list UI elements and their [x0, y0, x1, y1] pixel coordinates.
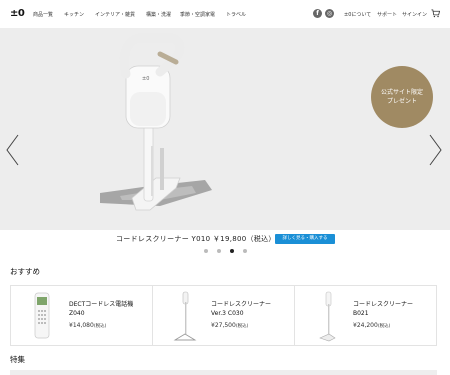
cart-icon[interactable]: [431, 9, 440, 18]
facebook-icon[interactable]: f: [313, 9, 322, 18]
svg-text:±0: ±0: [142, 76, 149, 82]
recommend-heading: おすすめ: [10, 267, 40, 276]
feature-banner[interactable]: [10, 370, 437, 375]
product-card[interactable]: コードレスクリーナー B021 ¥24,200(税込): [295, 286, 436, 345]
nav-products[interactable]: 商品一覧: [33, 11, 53, 18]
carousel-dots: [204, 249, 248, 255]
about-link[interactable]: ±0について: [344, 11, 371, 18]
product-price: ¥24,200(税込): [353, 322, 391, 329]
phone-product-image: [34, 292, 50, 339]
carousel-next-arrow[interactable]: [428, 133, 444, 167]
gift-badge[interactable]: 公式サイト限定 プレゼント: [371, 66, 433, 128]
product-price: ¥27,500(税込): [211, 322, 249, 329]
product-name: コードレスクリーナー Ver.3 C030: [211, 301, 272, 317]
vacuum-product-image: ±0: [100, 33, 212, 211]
nav-seasonal[interactable]: 季節・空調家電: [180, 11, 215, 18]
nav-travel[interactable]: トラベル: [226, 11, 246, 18]
badge-line1: 公式サイト限定: [380, 89, 423, 96]
hero-caption: コードレスクリーナー Y010 ￥19,800（税込） 詳しく見る・購入する: [0, 231, 450, 245]
product-card[interactable]: DECTコードレス電話機 Z040 ¥14,080(税込): [11, 286, 153, 345]
nav-interior[interactable]: インテリア・雑貨: [95, 11, 135, 18]
product-name: コードレスクリーナー B021: [353, 301, 414, 317]
site-logo[interactable]: ±0: [10, 8, 25, 19]
badge-line2: プレゼント: [386, 98, 417, 105]
product-card[interactable]: コードレスクリーナー Ver.3 C030 ¥27,500(税込): [153, 286, 295, 345]
carousel-prev-arrow[interactable]: [4, 133, 20, 167]
support-link[interactable]: サポート: [377, 11, 397, 18]
instagram-icon[interactable]: ◎: [325, 9, 334, 18]
carousel-dot[interactable]: [243, 249, 247, 253]
carousel-dot-active[interactable]: [230, 249, 234, 253]
vacuum-product-image: [173, 291, 197, 341]
recommend-list: DECTコードレス電話機 Z040 ¥14,080(税込) コードレスクリーナー…: [10, 285, 437, 346]
site-header: ±0 商品一覧 キッチン インテリア・雑貨 構築・洗濯 季節・空調家電 トラベル…: [0, 0, 450, 28]
carousel-dot[interactable]: [217, 249, 221, 253]
nav-cleaning[interactable]: 構築・洗濯: [146, 11, 171, 18]
nav-kitchen[interactable]: キッチン: [64, 11, 84, 18]
product-name: DECTコードレス電話機 Z040: [69, 301, 134, 317]
vacuum-product-image: [319, 291, 336, 342]
product-price: ¥14,080(税込): [69, 322, 107, 329]
carousel-dot[interactable]: [204, 249, 208, 253]
hero-product-title: コードレスクリーナー Y010 ￥19,800（税込）: [116, 235, 276, 243]
signin-link[interactable]: サインイン: [402, 11, 427, 18]
feature-heading: 特集: [10, 355, 25, 364]
hero-carousel: ±0 公式サイト限定 プレゼント: [0, 28, 450, 230]
view-buy-button[interactable]: 詳しく見る・購入する: [275, 234, 335, 244]
